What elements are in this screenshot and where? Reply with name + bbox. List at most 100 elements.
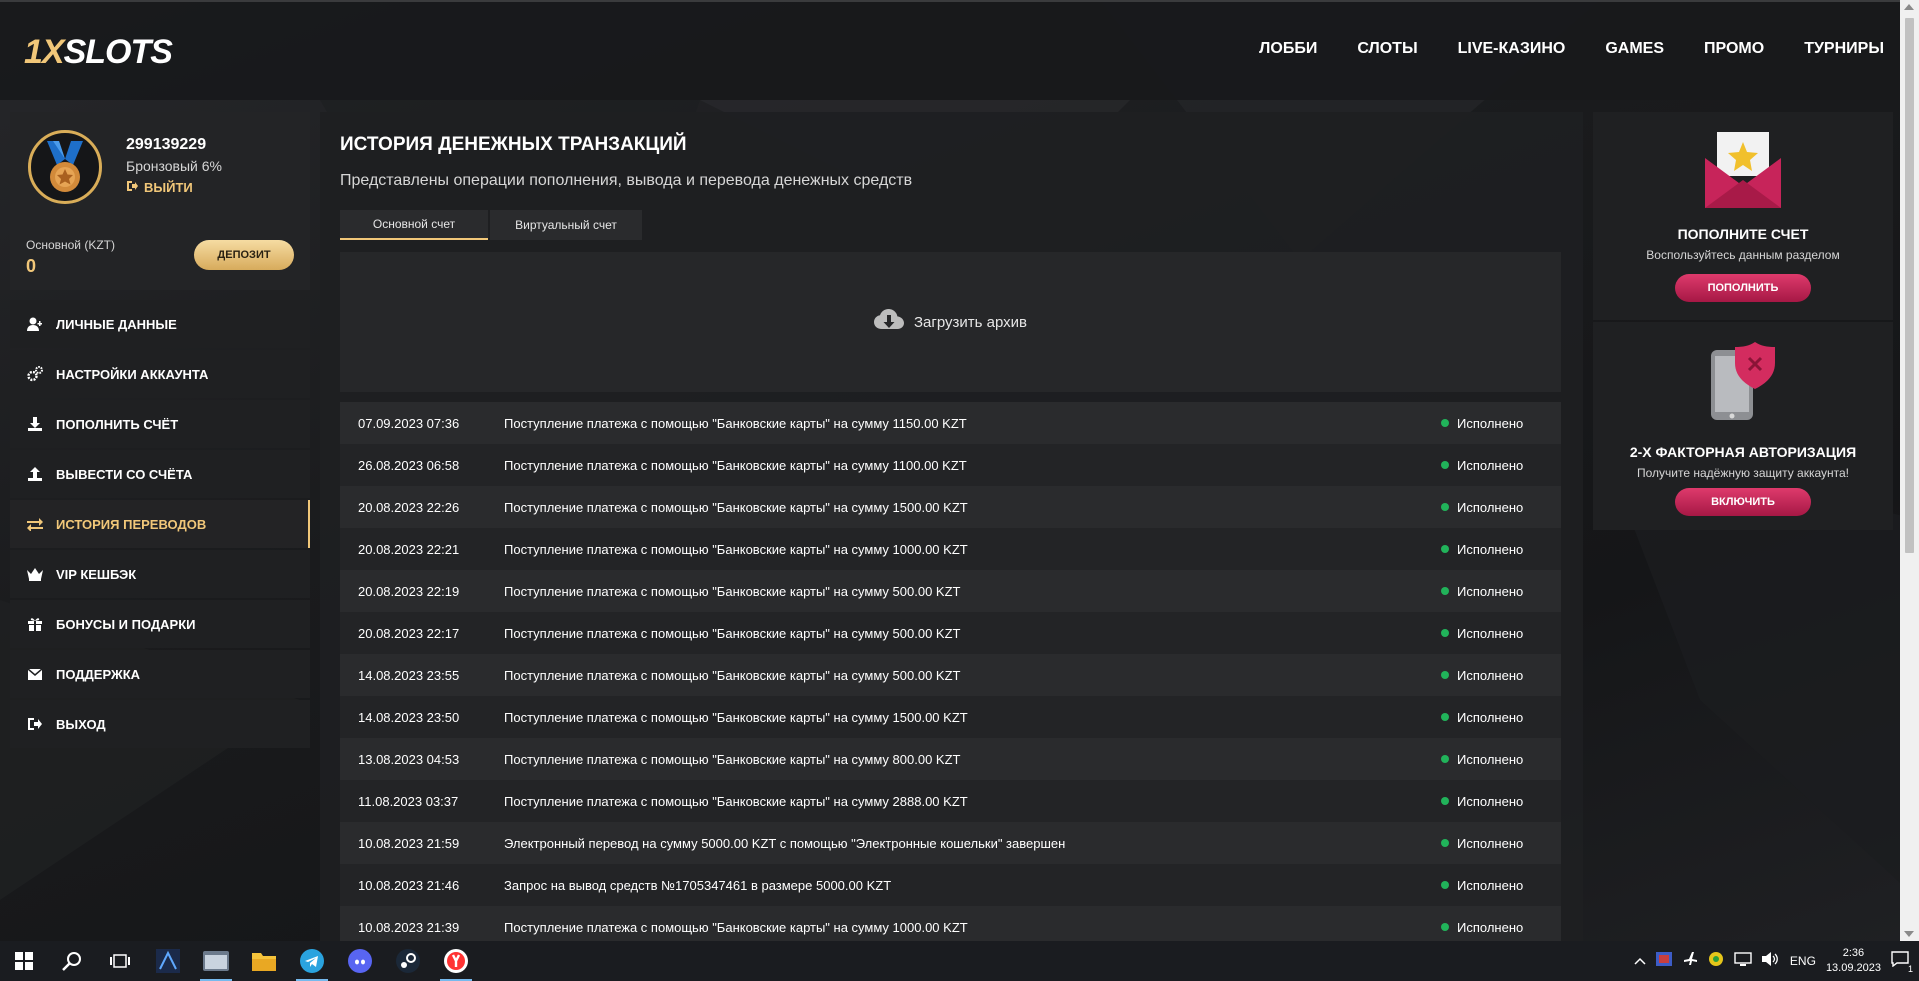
user-id: 299139229 [126, 136, 207, 153]
search-icon[interactable] [48, 941, 96, 981]
transaction-status: Исполнено [1441, 668, 1561, 683]
menu-label: ИСТОРИЯ ПЕРЕВОДОВ [56, 516, 207, 532]
clock-date: 13.09.2023 [1825, 962, 1881, 974]
logout-link[interactable]: ВЫЙТИ [126, 180, 193, 195]
status-label: Исполнено [1457, 583, 1524, 599]
transaction-description: Поступление платежа с помощью "Банковски… [504, 541, 968, 557]
nav-tournaments[interactable]: ТУРНИРЫ [1804, 40, 1884, 58]
nav-lobby[interactable]: ЛОББИ [1259, 40, 1317, 58]
status-label: Исполнено [1457, 919, 1524, 935]
app-launcher-icon[interactable] [144, 941, 192, 981]
menu-item-exit[interactable]: ВЫХОД [10, 700, 310, 748]
browser-window-icon[interactable] [192, 941, 240, 981]
menu-item-vip-cashback[interactable]: VIP КЕШБЭК [10, 550, 310, 598]
discord-icon[interactable] [336, 941, 384, 981]
nav-live-casino[interactable]: LIVE-КАЗИНО [1458, 40, 1566, 58]
network-icon[interactable] [1734, 951, 1752, 971]
upload-icon [26, 465, 44, 483]
logout-label: ВЫЙТИ [144, 180, 193, 195]
transaction-date: 20.08.2023 22:21 [358, 541, 460, 557]
volume-icon[interactable] [1761, 951, 1780, 971]
menu-item-deposit[interactable]: ПОПОЛНИТЬ СЧЁТ [10, 400, 310, 448]
menu-item-support[interactable]: ПОДДЕРЖКА [10, 650, 310, 698]
notification-count: 1 [1907, 963, 1913, 974]
top-up-button[interactable]: ПОПОЛНИТЬ [1675, 274, 1811, 302]
promo-column: ПОПОЛНИТЕ СЧЕТ Воспользуйтесь данным раз… [1593, 112, 1893, 532]
menu-item-bonuses[interactable]: БОНУСЫ И ПОДАРКИ [10, 600, 310, 648]
site-logo[interactable]: 1XSLOTS [24, 33, 173, 71]
status-dot-icon [1441, 881, 1449, 889]
tray-app-icon[interactable] [1655, 951, 1672, 971]
menu-item-transfer-history[interactable]: ИСТОРИЯ ПЕРЕВОДОВ [10, 500, 310, 548]
page-title: ИСТОРИЯ ДЕНЕЖНЫХ ТРАНЗАКЦИЙ [340, 134, 687, 155]
deposit-button[interactable]: ДЕПОЗИТ [194, 240, 294, 270]
menu-item-personal-data[interactable]: ЛИЧНЫЕ ДАННЫЕ [10, 300, 310, 348]
transaction-row: 26.08.2023 06:58 Поступление платежа с по… [340, 444, 1561, 486]
yandex-browser-icon[interactable] [432, 941, 480, 981]
status-dot-icon [1441, 545, 1449, 553]
menu-item-withdraw[interactable]: ВЫВЕСТИ СО СЧЁТА [10, 450, 310, 498]
account-menu: ЛИЧНЫЕ ДАННЫЕ НАСТРОЙКИ АККАУНТА ПОПОЛНИ… [10, 300, 310, 748]
cloud-download-icon [873, 308, 904, 336]
profile-card: 299139229 Бронзовый 6% ВЫЙТИ Основной (K… [10, 112, 310, 290]
two-factor-text: Получите надёжную защиту аккаунта! [1636, 466, 1849, 480]
transaction-description: Поступление платежа с помощью "Банковски… [504, 499, 968, 515]
download-archive-button[interactable]: Загрузить архив [340, 252, 1561, 392]
transaction-date: 26.08.2023 06:58 [358, 457, 460, 473]
tab-virtual-account[interactable]: Виртуальный счет [490, 210, 642, 240]
menu-item-account-settings[interactable]: НАСТРОЙКИ АККАУНТА [10, 350, 310, 398]
transaction-description: Поступление платежа с помощью "Банковски… [504, 709, 968, 725]
enable-2fa-button[interactable]: ВКЛЮЧИТЬ [1675, 488, 1811, 516]
tab-main-account[interactable]: Основной счет [340, 210, 488, 240]
transaction-status: Исполнено [1441, 458, 1561, 473]
file-explorer-icon[interactable] [240, 941, 288, 981]
page-scrollbar[interactable] [1900, 0, 1919, 941]
scroll-down-arrow[interactable] [1904, 931, 1914, 937]
site-header: 1XSLOTS ЛОББИ СЛОТЫ LIVE-КАЗИНО GAMES ПР… [0, 0, 1900, 100]
windows-taskbar: ENG 2:36 13.09.2023 1 [0, 941, 1919, 981]
task-view-icon[interactable] [96, 941, 144, 981]
transaction-row: 11.08.2023 03:37 Поступление платежа с по… [340, 780, 1561, 822]
transaction-status: Исполнено [1441, 752, 1561, 767]
transaction-description: Поступление платежа с помощью "Банковски… [504, 751, 961, 767]
mail-icon [26, 665, 44, 683]
medal-icon [28, 130, 102, 204]
phone-shield-icon [1709, 342, 1779, 427]
logout-icon [126, 180, 138, 195]
steam-icon[interactable] [384, 941, 432, 981]
page-subtitle: Представлены операции пополнения, вывода… [340, 172, 913, 189]
system-tray: ENG 2:36 13.09.2023 1 [1634, 941, 1919, 981]
menu-label: VIP КЕШБЭК [56, 566, 137, 582]
notification-icon[interactable]: 1 [1891, 950, 1913, 974]
vpn-icon[interactable] [1708, 951, 1724, 972]
telegram-icon[interactable] [288, 941, 336, 981]
transaction-date: 14.08.2023 23:55 [358, 667, 460, 683]
status-label: Исполнено [1457, 667, 1524, 683]
scroll-up-arrow[interactable] [1904, 4, 1914, 10]
clock[interactable]: 2:36 13.09.2023 [1826, 946, 1881, 976]
status-label: Исполнено [1457, 499, 1524, 515]
transaction-date: 20.08.2023 22:17 [358, 625, 460, 641]
exit-icon [26, 715, 44, 733]
nav-games[interactable]: GAMES [1605, 40, 1664, 58]
transaction-description: Поступление платежа с помощью "Банковски… [504, 583, 961, 599]
status-dot-icon [1441, 713, 1449, 721]
airplane-icon[interactable] [1682, 951, 1698, 972]
transfer-icon [26, 515, 44, 533]
chevron-up-icon[interactable] [1634, 952, 1646, 970]
nav-slots[interactable]: СЛОТЫ [1357, 40, 1417, 58]
nav-promo[interactable]: ПРОМО [1704, 40, 1764, 58]
envelope-star-icon [1703, 130, 1783, 215]
menu-label: НАСТРОЙКИ АККАУНТА [56, 366, 209, 382]
transaction-row: 10.08.2023 21:59 Электронный перевод на с… [340, 822, 1561, 864]
status-label: Исполнено [1457, 415, 1524, 431]
account-sidebar: 299139229 Бронзовый 6% ВЫЙТИ Основной (K… [10, 112, 310, 750]
transaction-status: Исполнено [1441, 542, 1561, 557]
status-label: Исполнено [1457, 793, 1524, 809]
menu-label: ЛИЧНЫЕ ДАННЫЕ [56, 316, 177, 332]
deposit-promo-text: Воспользуйтесь данным разделом [1646, 248, 1840, 262]
language-indicator[interactable]: ENG [1790, 954, 1816, 968]
scroll-thumb[interactable] [1905, 18, 1914, 553]
transaction-status: Исполнено [1441, 836, 1561, 851]
start-button[interactable] [0, 941, 48, 981]
